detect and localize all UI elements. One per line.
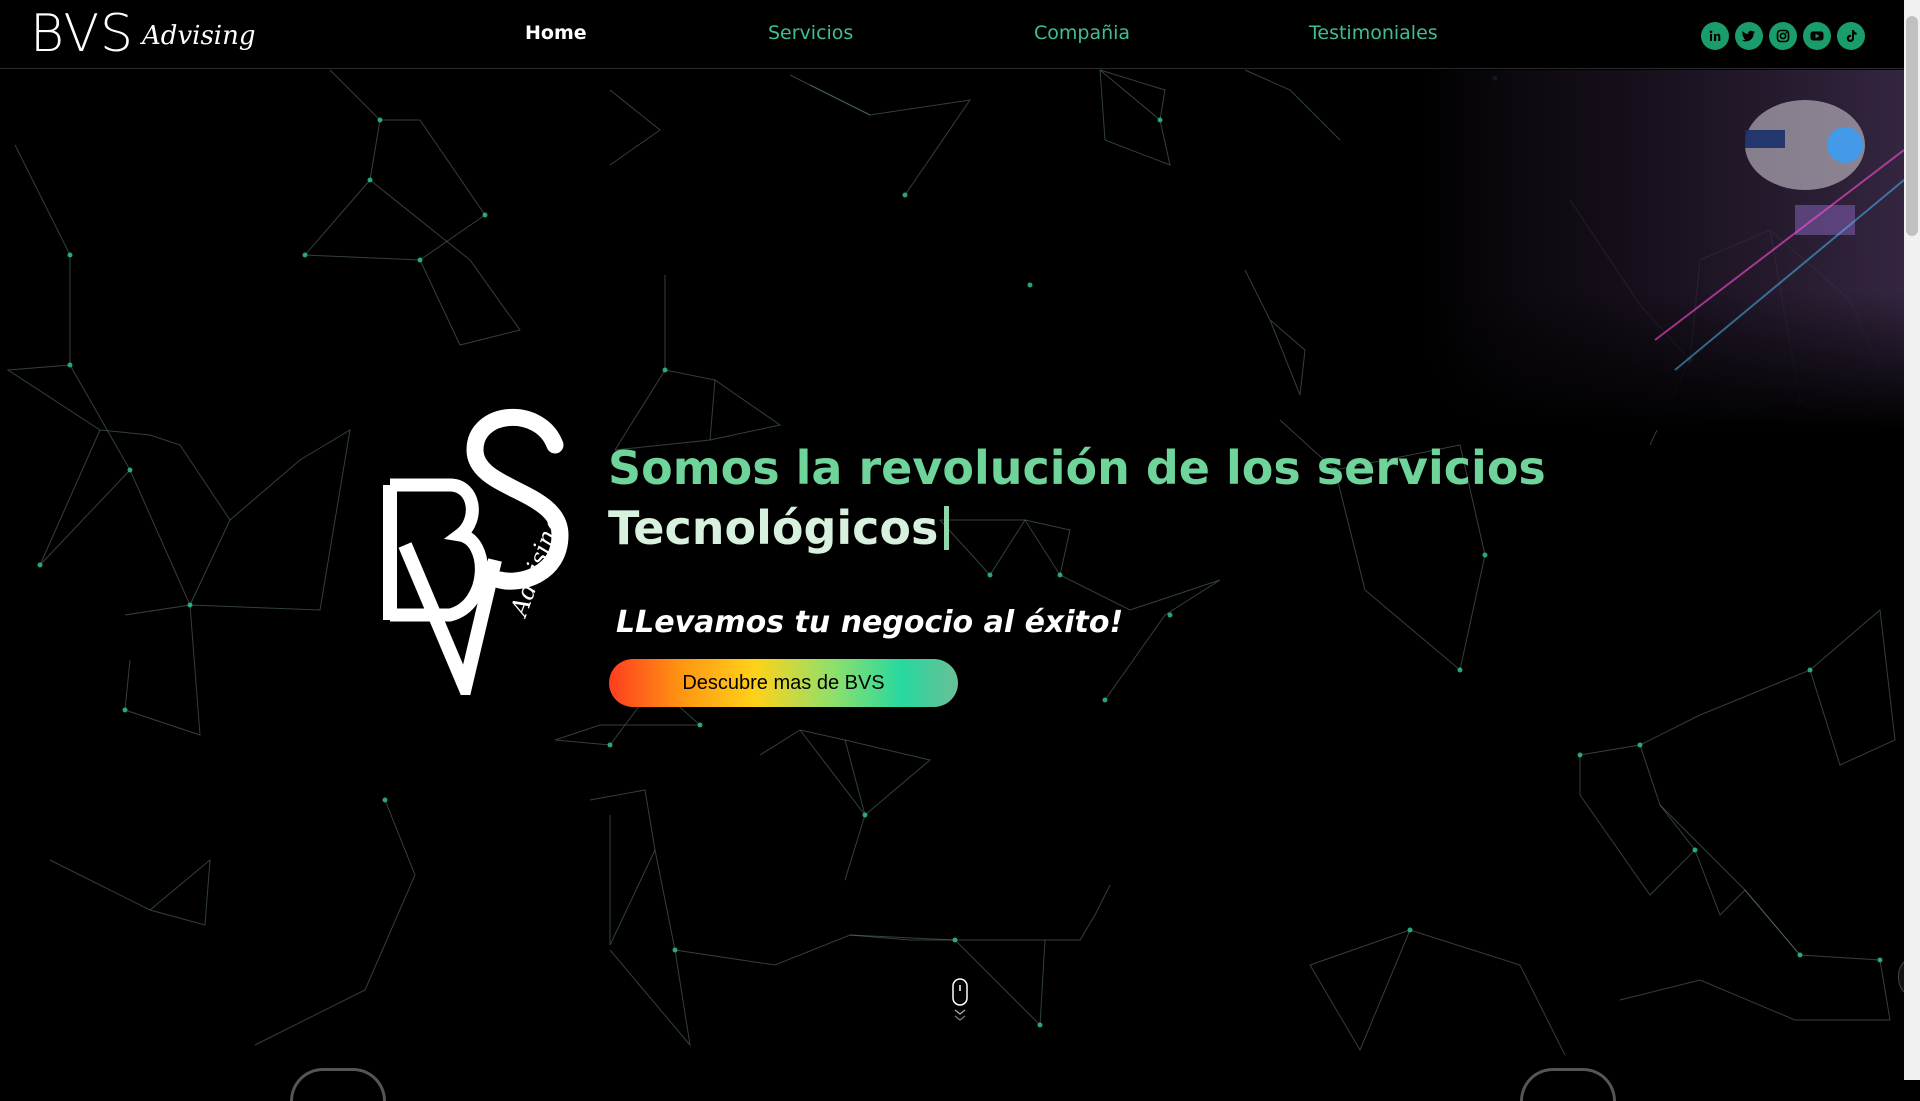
tiktok-icon[interactable] [1837,22,1865,50]
hero-headline: Somos la revolución de los servicios Tec… [608,438,1546,558]
bottom-card-edge [1520,1068,1616,1101]
hero-tagline: LLevamos tu negocio al éxito! [616,605,1124,640]
scrollbar-thumb[interactable] [1906,16,1918,236]
headline-line-1: Somos la revolución de los servicios [608,441,1546,495]
brand-name: BVS [30,4,135,64]
instagram-icon[interactable] [1769,22,1797,50]
headline-line-2: Tecnológicos [608,498,1546,558]
top-navbar: BVS Advising Home Servicios Compañia Tes… [0,0,1904,69]
twitter-icon[interactable] [1735,22,1763,50]
brand-logo[interactable]: BVS Advising [30,4,256,64]
nav-compania[interactable]: Compañia [1034,22,1130,44]
linkedin-icon[interactable] [1701,22,1729,50]
hero-bvs-logo: Advising [380,405,570,710]
discover-bvs-button[interactable]: Descubre mas de BVS [609,659,958,707]
nav-testimoniales[interactable]: Testimoniales [1309,22,1438,44]
nav-servicios[interactable]: Servicios [768,22,853,44]
scroll-down-indicator[interactable] [950,978,970,1026]
robot-hero-image [1425,70,1904,430]
headline-line-2-text: Tecnológicos [608,501,939,555]
nav-home[interactable]: Home [525,22,587,44]
brand-script: Advising [142,21,256,51]
bottom-card-edge [290,1068,386,1101]
typing-caret [944,506,950,550]
youtube-icon[interactable] [1803,22,1831,50]
